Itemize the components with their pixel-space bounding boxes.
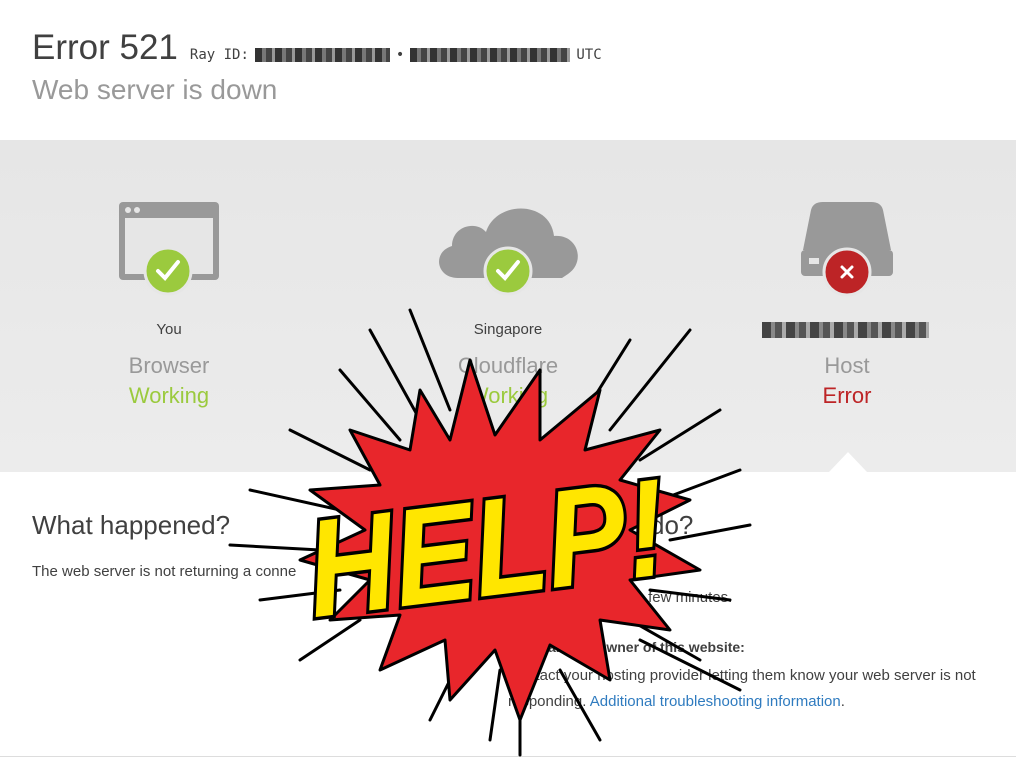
cloudflare-location: Singapore (473, 321, 543, 338)
cloud-icon (430, 200, 586, 305)
what-happened: What happened? The web server is not ret… (32, 510, 472, 585)
footer-divider (0, 756, 1016, 757)
ray-separator: • (395, 47, 405, 63)
page-subtitle: Web server is down (32, 74, 278, 105)
host-pointer-arrow (829, 452, 867, 472)
ray-id-redacted (254, 48, 390, 62)
what-can-i-do: do? e of this website: Please try again … (508, 510, 984, 715)
owner-heading: are the owner of this website: (548, 639, 745, 655)
browser-status: Working (128, 383, 210, 408)
browser-location: You (156, 321, 182, 338)
owner-tail: . (840, 693, 845, 710)
host-location-redacted (762, 322, 929, 338)
status-diagram: You Browser Working Singapore Cloudflare… (0, 140, 1016, 472)
browser-icon (117, 200, 221, 305)
visitor-heading: e of this website: (508, 561, 638, 577)
error-code: Error 521 (32, 28, 178, 67)
what-happened-heading: What happened? (32, 510, 231, 540)
timestamp-redacted (410, 48, 571, 62)
host-role: Host (824, 353, 870, 378)
ray-id: Ray ID: • UTC (190, 47, 602, 63)
host-status: Error (822, 383, 872, 408)
ray-timezone: UTC (576, 47, 602, 63)
troubleshooting-link[interactable]: Additional troubleshooting information (590, 693, 841, 710)
cloudflare-role: Cloudflare (457, 353, 559, 378)
visitor-body: Please try again in a few minutes. (508, 589, 733, 606)
what-happened-text: The web server is not returning a conne (32, 563, 297, 580)
browser-role: Browser (128, 353, 210, 378)
what-happened-body: The web server is not returning a conne (32, 559, 472, 585)
explanation-section: What happened? The web server is not ret… (0, 472, 1016, 761)
ray-label: Ray ID: (189, 47, 249, 63)
owner-body-paragraph: Contact your hosting provider letting th… (508, 663, 984, 715)
cloudflare-status: Working (467, 383, 549, 408)
what-can-i-do-heading: do? (650, 510, 694, 540)
page-header: Error 521 Ray ID: • UTC Web server is do… (0, 0, 1016, 140)
server-icon (797, 200, 897, 305)
title-row: Error 521 Ray ID: • UTC (32, 28, 602, 68)
